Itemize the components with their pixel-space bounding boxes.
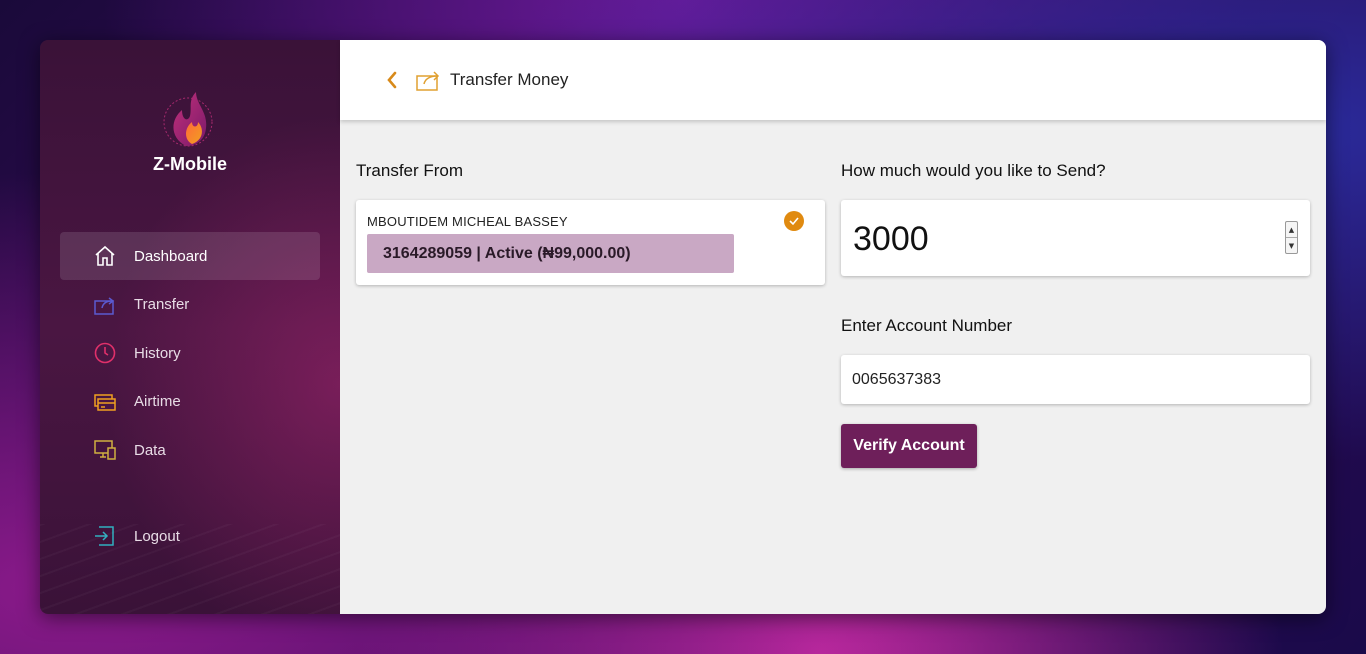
- source-account-card[interactable]: MBOUTIDEM MICHEAL BASSEY 3164289059 | Ac…: [356, 200, 825, 285]
- transfer-icon: [92, 292, 118, 318]
- verify-account-button[interactable]: Verify Account: [841, 424, 977, 468]
- transfer-money-icon: [416, 71, 440, 91]
- sidebar-item-label: Airtime: [134, 393, 181, 410]
- account-summary: 3164289059 | Active (₦99,000.00): [367, 234, 734, 273]
- sidebar-item-dashboard[interactable]: Dashboard: [60, 232, 320, 280]
- flame-logo-icon: [163, 92, 213, 147]
- cards-icon: [92, 389, 118, 415]
- brand-logo: Z-Mobile: [40, 88, 340, 175]
- home-icon: [92, 243, 118, 269]
- logout-icon: [92, 523, 118, 549]
- amount-field: ▲ ▼: [841, 200, 1310, 276]
- amount-stepper[interactable]: ▲ ▼: [1285, 221, 1298, 254]
- transfer-from-label: Transfer From: [356, 161, 464, 180]
- app-window: Z-Mobile Dashboard Transfer History Airt…: [40, 40, 1326, 614]
- logout-section: Logout: [60, 512, 320, 561]
- sidebar-item-airtime[interactable]: Airtime: [60, 378, 320, 426]
- selected-check-icon: [784, 211, 804, 231]
- sidebar-item-transfer[interactable]: Transfer: [60, 281, 320, 329]
- stepper-down-icon[interactable]: ▼: [1286, 238, 1297, 253]
- devices-icon: [92, 437, 118, 463]
- amount-label: How much would you like to Send?: [841, 161, 1106, 180]
- logout-label: Logout: [134, 527, 180, 545]
- account-number-label: Enter Account Number: [841, 316, 1013, 335]
- brand-name: Z-Mobile: [153, 154, 227, 174]
- sidebar-item-label: Dashboard: [134, 247, 208, 265]
- main-content: Transfer Money Transfer From MBOUTIDEM M…: [340, 40, 1326, 614]
- account-number-input[interactable]: [852, 369, 1292, 391]
- sidebar-item-label: Data: [134, 441, 166, 459]
- stepper-up-icon[interactable]: ▲: [1286, 222, 1297, 238]
- page-title: Transfer Money: [450, 70, 569, 89]
- sidebar: Z-Mobile Dashboard Transfer History Airt…: [40, 40, 340, 614]
- account-holder-name: MBOUTIDEM MICHEAL BASSEY: [367, 214, 568, 229]
- chevron-left-icon: [387, 71, 397, 89]
- sidebar-item-history[interactable]: History: [60, 329, 320, 377]
- sidebar-item-label: History: [134, 344, 181, 362]
- back-button[interactable]: [382, 68, 402, 92]
- sidebar-item-label: Transfer: [134, 296, 190, 313]
- clock-icon: [92, 340, 118, 366]
- sidebar-item-data[interactable]: Data: [60, 426, 320, 474]
- amount-input[interactable]: [853, 218, 1273, 260]
- sidebar-nav: Dashboard Transfer History Airtime Data: [60, 232, 320, 475]
- logout-button[interactable]: Logout: [60, 512, 320, 560]
- account-number-field: [841, 355, 1310, 404]
- page-header: Transfer Money: [340, 40, 1326, 120]
